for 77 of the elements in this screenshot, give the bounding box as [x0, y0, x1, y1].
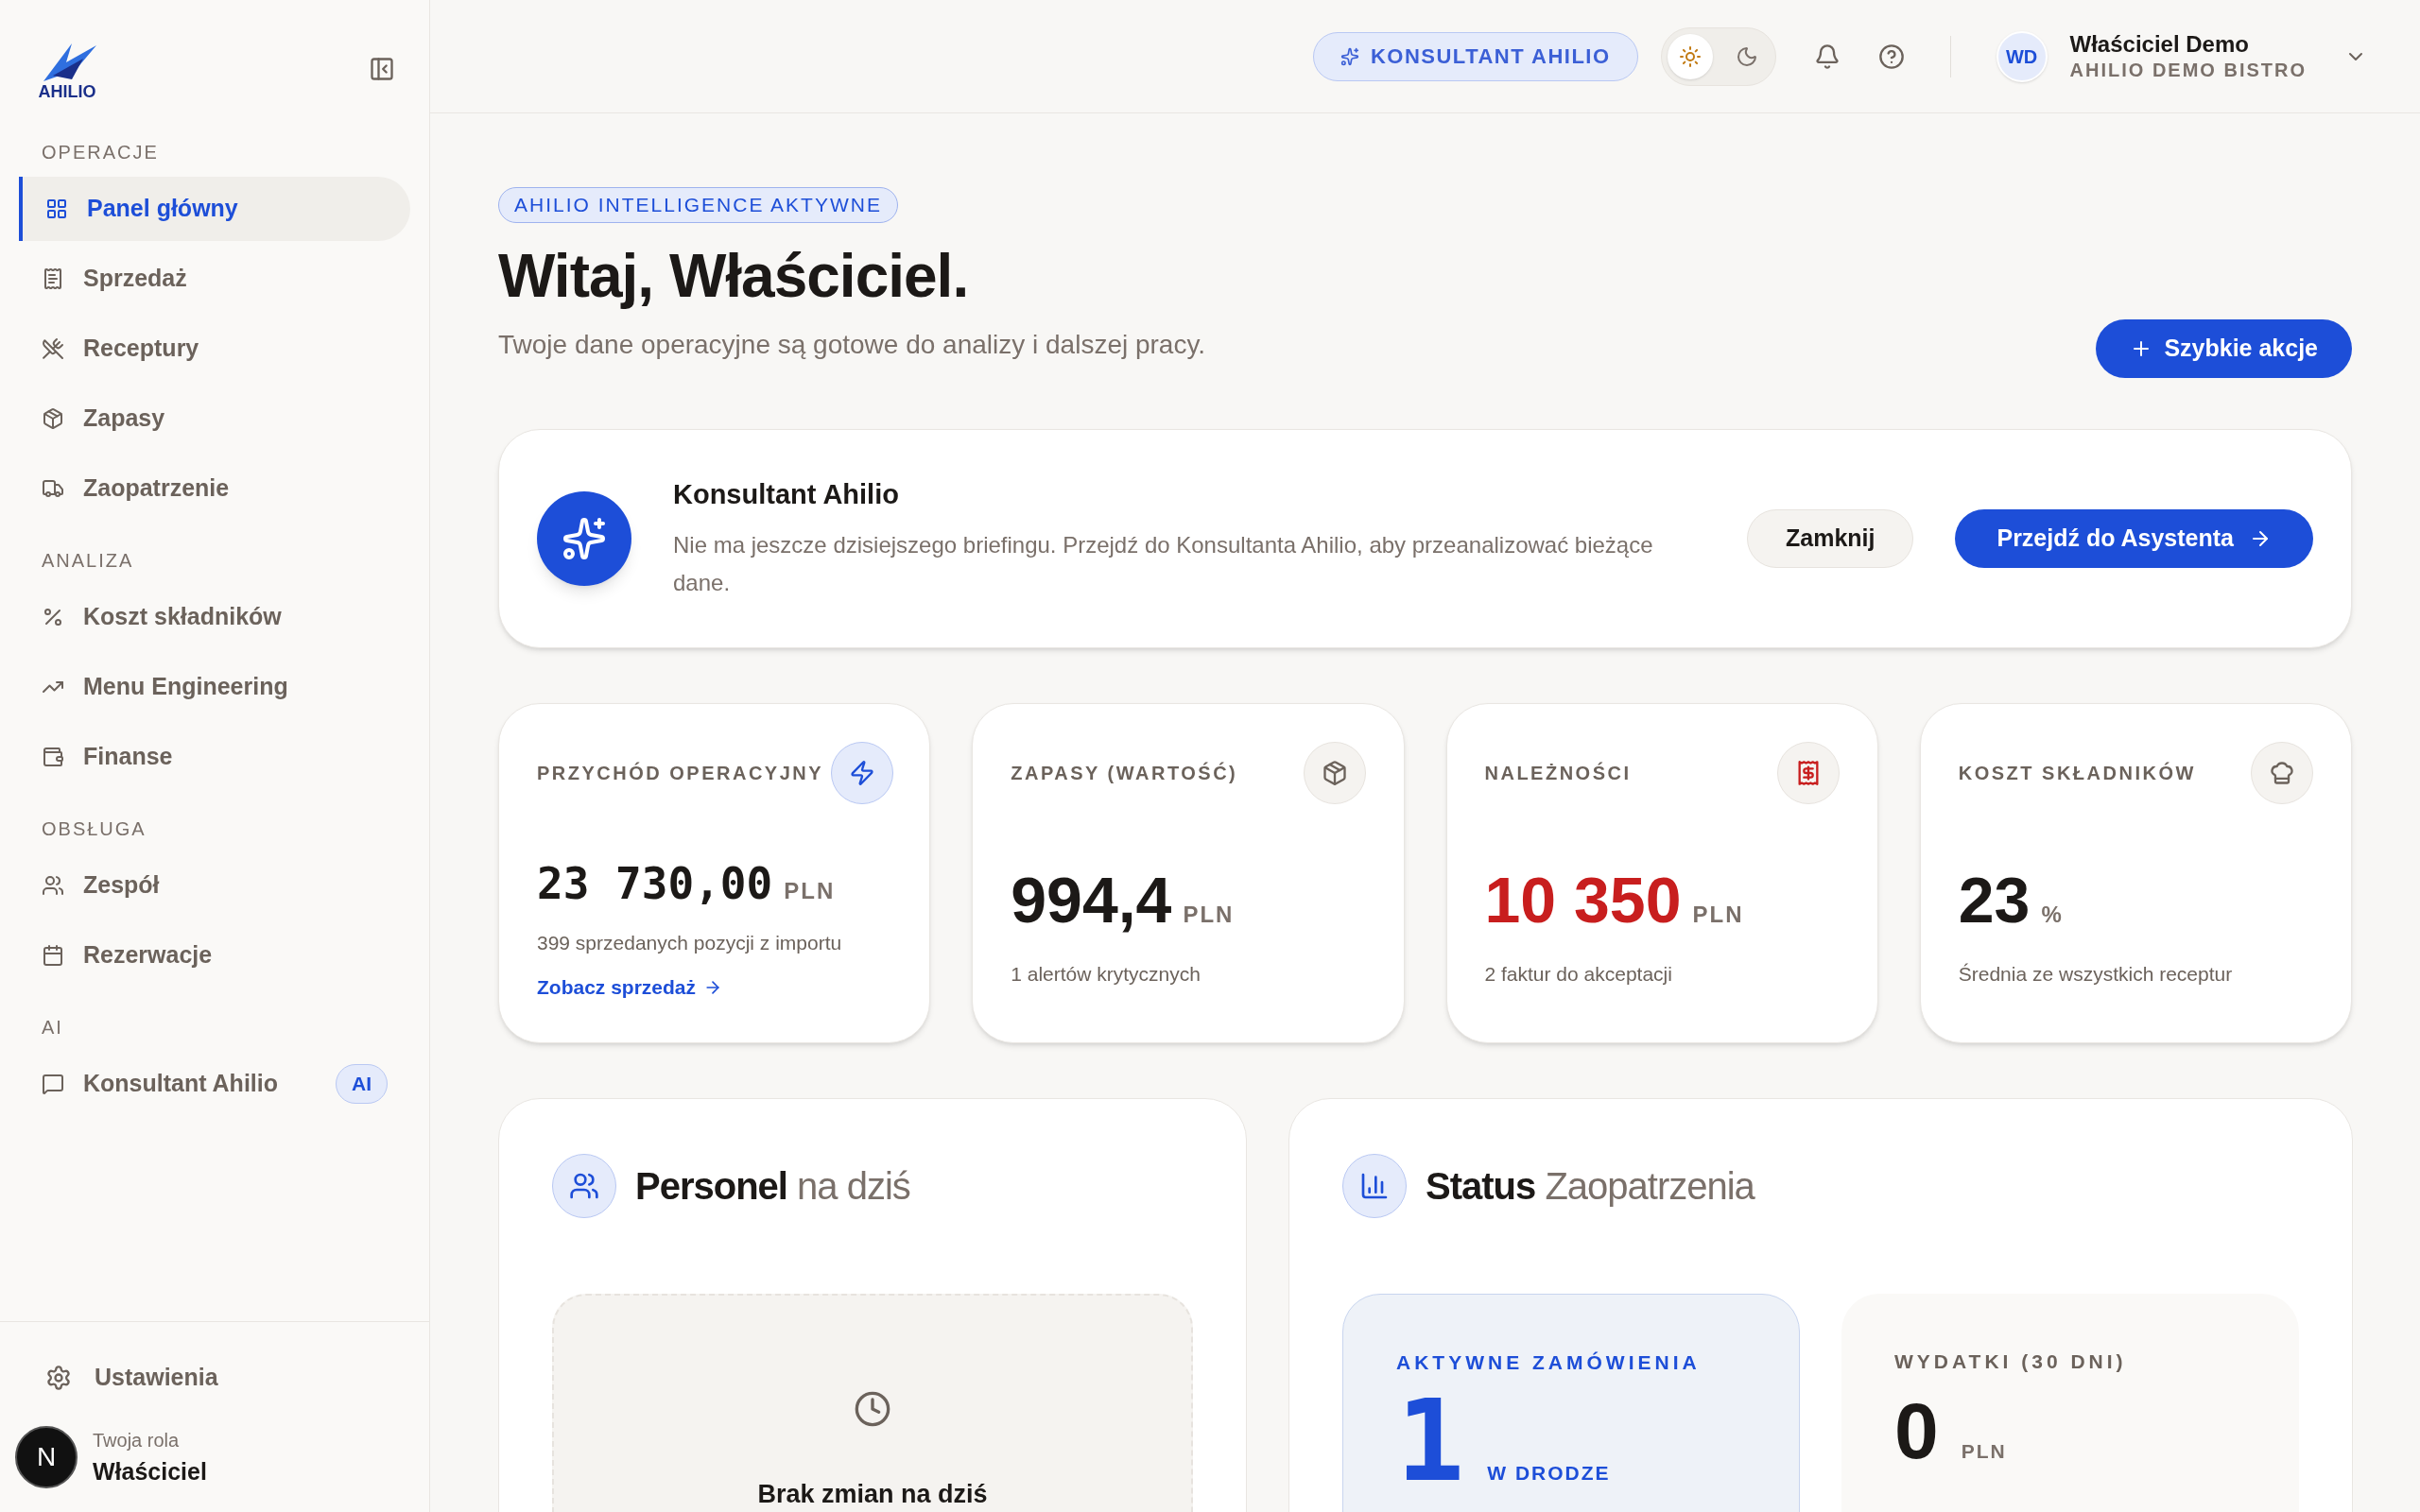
- tile-value: 1: [1396, 1384, 1465, 1498]
- section-heading: OBSŁUGA: [41, 817, 147, 841]
- section-heading: ANALIZA: [41, 549, 135, 573]
- section-heading: OPERACJE: [41, 141, 160, 164]
- sparkle-icon: [1340, 46, 1359, 66]
- percent-icon: [42, 606, 64, 628]
- section-heading: AI: [41, 1016, 64, 1040]
- empty-shifts-text: Brak zmian na dziś: [757, 1478, 988, 1510]
- role-value: Właściciel: [93, 1456, 207, 1486]
- nav-item[interactable]: Zapasy: [19, 387, 410, 451]
- stat-label: NALEŻNOŚCI: [1484, 761, 1632, 785]
- stat-value: 23 730,00: [537, 856, 773, 911]
- stat-note: Średnia ze wszystkich receptur: [1958, 961, 2234, 987]
- tile-label: WYDATKI (30 DNI): [1894, 1349, 2128, 1374]
- tile-label: AKTYWNE ZAMÓWIENIA: [1396, 1349, 1702, 1375]
- nav-item[interactable]: Rezerwacje: [19, 923, 410, 988]
- view-sales-link[interactable]: Zobacz sprzedaż: [537, 972, 892, 1003]
- chat-icon: [42, 1073, 64, 1095]
- sun-icon[interactable]: [1678, 44, 1702, 68]
- quick-actions-button[interactable]: Szybkie akcje: [2096, 318, 2352, 378]
- stat-unit: PLN: [784, 876, 836, 905]
- user-name: Właściciel Demo: [2069, 30, 2250, 59]
- briefing-title: Konsultant Ahilio: [673, 477, 900, 511]
- tile-value: 0: [1894, 1385, 1939, 1477]
- grid-icon: [45, 198, 68, 220]
- stat-value: 10 350: [1484, 862, 1682, 937]
- stat-note: 1 alertów krytycznych: [1011, 961, 1201, 987]
- page-subtitle: Twoje dane operacyjne są gotowe do analizy i dalszej pracy.: [498, 328, 1206, 361]
- receipt-icon: [42, 267, 64, 290]
- supply-title: Status Zaopatrzenia: [1426, 1163, 1754, 1209]
- nav-item[interactable]: Zaopatrzenie: [19, 456, 410, 521]
- stat-unit: PLN: [1183, 900, 1235, 929]
- nav-item[interactable]: Menu Engineering: [19, 655, 410, 719]
- status-badge: AHILIO INTELLIGENCE AKTYWNE: [498, 187, 898, 223]
- settings-link[interactable]: Ustawienia: [45, 1360, 384, 1396]
- nav-item[interactable]: Panel główny: [19, 177, 410, 241]
- role-label: Twoja rola: [93, 1428, 181, 1452]
- clock-icon: [854, 1389, 891, 1428]
- stat-value: 994,4: [1011, 862, 1172, 937]
- nav-item[interactable]: Konsultant Ahilio AI: [19, 1052, 410, 1116]
- moon-icon[interactable]: [1735, 44, 1758, 68]
- box-icon: [42, 407, 64, 430]
- user-avatar: WD: [1996, 30, 2048, 82]
- nav-item[interactable]: Zespół: [19, 853, 410, 918]
- dismiss-button[interactable]: Zamknij: [1747, 508, 1914, 568]
- nav-item[interactable]: Koszt składników: [19, 585, 410, 649]
- people-icon: [42, 874, 64, 897]
- page-title: Witaj, Właściciel.: [498, 240, 969, 312]
- wallet-icon: [42, 746, 64, 768]
- nav-item[interactable]: Receptury: [19, 317, 410, 381]
- stat-note: 2 faktur do akceptacji: [1484, 961, 1673, 987]
- notifications-icon[interactable]: [1813, 43, 1841, 70]
- stat-label: ZAPASY (WARTOŚĆ): [1011, 761, 1238, 785]
- logo-text: AHILIO: [38, 83, 96, 100]
- briefing-text: Nie ma jeszcze dzisiejszego briefingu. Przejdź do Konsultanta Ahilio, aby przeanalizować bieżące dane.: [673, 531, 1654, 598]
- utensils-icon: [42, 337, 64, 360]
- collapse-sidebar-icon[interactable]: [369, 56, 395, 82]
- help-icon[interactable]: [1877, 43, 1905, 70]
- stat-note: 399 sprzedanych pozycji z importu: [537, 930, 843, 955]
- settings-icon: [45, 1364, 72, 1391]
- nav-item[interactable]: Finanse: [19, 725, 410, 789]
- consultant-button[interactable]: KONSULTANT AHILIO: [1312, 31, 1638, 81]
- stat-value: 23: [1958, 862, 2031, 937]
- nav-item[interactable]: Sprzedaż: [19, 247, 410, 311]
- stat-unit: %: [2041, 900, 2064, 929]
- tile-unit: W DRODZE: [1487, 1461, 1611, 1486]
- stat-label: PRZYCHÓD OPERACYJNY: [537, 761, 824, 785]
- staff-title: Personel na dziś: [635, 1163, 910, 1209]
- stat-label: KOSZT SKŁADNIKÓW: [1958, 761, 2196, 785]
- truck-icon: [42, 477, 64, 500]
- calendar-icon: [42, 944, 64, 967]
- go-to-assistant-button[interactable]: Przejdź do Asystenta: [1955, 508, 2313, 568]
- company-name: AHILIO DEMO BISTRO: [2069, 59, 2307, 82]
- tile-unit: PLN: [1961, 1439, 2007, 1464]
- dev-tools-button[interactable]: N: [15, 1426, 78, 1489]
- ai-badge: AI: [336, 1064, 388, 1104]
- stat-unit: PLN: [1692, 900, 1744, 929]
